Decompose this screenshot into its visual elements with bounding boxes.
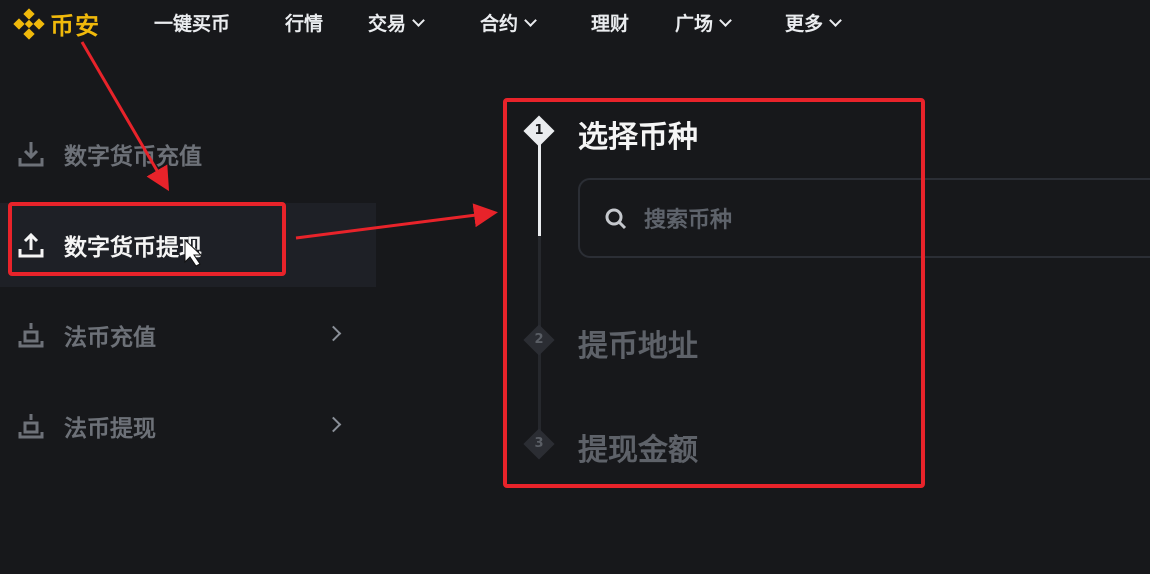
annotation-highlight-box	[8, 202, 286, 276]
bank-withdraw-icon	[18, 414, 44, 439]
nav-item-earn[interactable]: 理财	[591, 9, 629, 36]
chevron-right-icon[interactable]	[325, 416, 342, 433]
nav-item-more[interactable]: 更多	[785, 9, 842, 36]
chevron-right-icon[interactable]	[325, 325, 342, 342]
brand-logo[interactable]: 币安	[12, 6, 100, 41]
sidebar-item-crypto-deposit[interactable]: 数字货币充值	[16, 137, 202, 171]
chevron-down-icon	[719, 13, 732, 27]
chevron-down-icon	[829, 13, 842, 27]
nav-item-label: 更多	[785, 13, 824, 35]
chevron-down-icon	[524, 13, 537, 27]
sidebar-item-fiat-withdraw[interactable]: 法币提现	[16, 409, 156, 443]
nav-item-label: 理财	[591, 13, 630, 35]
nav-item-label: 广场	[675, 13, 714, 35]
sidebar-item-fiat-deposit[interactable]: 法币充值	[16, 318, 156, 352]
nav-item-square[interactable]: 广场	[675, 9, 732, 36]
nav-item-label: 行情	[285, 13, 324, 35]
chevron-down-icon	[412, 13, 425, 27]
nav-item-futures[interactable]: 合约	[480, 9, 537, 36]
top-nav: 币安 一键买币 行情 交易 合约 理财 广场 更多	[0, 0, 1150, 46]
binance-logo-icon	[13, 7, 45, 40]
nav-item-trade[interactable]: 交易	[368, 9, 425, 36]
sidebar-item-label: 数字货币充值	[64, 144, 202, 170]
nav-item-markets[interactable]: 行情	[285, 9, 323, 36]
bank-deposit-icon	[18, 323, 44, 348]
nav-item-label: 交易	[368, 13, 407, 35]
download-icon	[18, 142, 44, 167]
sidebar-item-label: 法币提现	[64, 416, 156, 442]
nav-item-buy-crypto[interactable]: 一键买币	[154, 9, 230, 36]
nav-item-label: 合约	[480, 13, 519, 35]
nav-item-label: 一键买币	[154, 13, 231, 35]
brand-name: 币安	[50, 12, 100, 40]
annotation-highlight-box	[503, 98, 925, 488]
sidebar-item-label: 法币充值	[64, 325, 156, 351]
